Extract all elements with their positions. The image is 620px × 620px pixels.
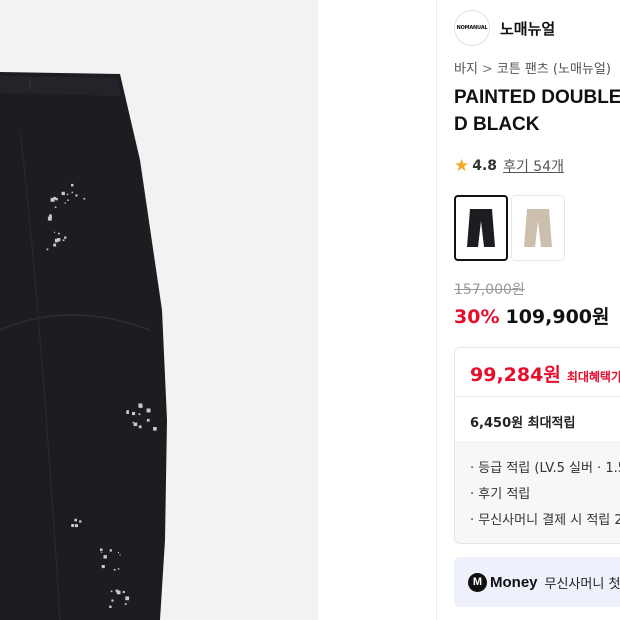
brand-link[interactable]: NOMANUAL 노매뉴얼 xyxy=(454,10,555,46)
max-benefit-label: 최대혜택가 xyxy=(566,370,620,384)
brand-name: 노매뉴얼 xyxy=(500,19,556,38)
money-label: Money xyxy=(490,573,538,591)
breadcrumb-subcategory[interactable]: 코튼 팬츠 (노매뉴얼) xyxy=(497,62,611,77)
breadcrumb: 바지 > 코튼 팬츠 (노매뉴얼) xyxy=(454,58,611,77)
points-item-review: · 후기 적립 xyxy=(470,487,531,502)
sale-price-row: 30% 109,900원 xyxy=(454,302,610,329)
pants-thumbnail-beige xyxy=(524,209,552,247)
divider xyxy=(455,396,620,397)
discount-rate: 30% xyxy=(454,306,500,328)
breadcrumb-chevron-icon: > xyxy=(481,62,493,77)
product-title-line2: D BLACK xyxy=(454,114,540,135)
points-item-money: · 무신사머니 결제 시 적립 2 xyxy=(470,513,620,528)
money-m-icon: M xyxy=(468,572,487,592)
rating-score: 4.8 xyxy=(472,158,498,174)
sale-price: 109,900원 xyxy=(505,306,610,328)
points-item-grade: · 등급 적립 (LV.5 실버 · 1.5 xyxy=(470,461,620,476)
rating: ★ 4.8 후기 54개 xyxy=(454,156,564,176)
brand-logo: NOMANUAL xyxy=(454,10,490,46)
money-promo-text: 무신사머니 첫 xyxy=(544,576,620,592)
original-price: 157,000원 xyxy=(454,282,525,298)
max-points: 6,450원 최대적립 xyxy=(470,416,576,431)
breadcrumb-category[interactable]: 바지 xyxy=(454,62,478,77)
product-image-gallery xyxy=(0,0,318,620)
musinsa-money-banner[interactable]: M Money 무신사머니 첫 xyxy=(454,557,620,607)
max-benefit-row: 99,284원 최대혜택가 xyxy=(470,360,620,387)
product-info-panel: NOMANUAL 노매뉴얼 바지 > 코튼 팬츠 (노매뉴얼) PAINTED DO… xyxy=(437,0,620,620)
star-icon: ★ xyxy=(454,156,470,176)
points-detail-list: · 등급 적립 (LV.5 실버 · 1.5 · 후기 적립 · 무신사머니 결… xyxy=(455,443,620,543)
max-benefit-price: 99,284원 xyxy=(470,364,561,386)
product-title: PAINTED DOUBLE D BLACK xyxy=(454,84,620,138)
pants-thumbnail-black xyxy=(467,209,495,247)
color-swatch-black[interactable] xyxy=(454,195,508,261)
benefit-box[interactable]: 99,284원 최대혜택가 6,450원 최대적립 · 등급 적립 (LV.5 실… xyxy=(454,347,620,544)
product-title-line1: PAINTED DOUBLE xyxy=(454,87,620,108)
product-image xyxy=(0,72,167,620)
color-swatch-beige[interactable] xyxy=(511,195,565,261)
reviews-link[interactable]: 후기 54개 xyxy=(503,156,564,176)
